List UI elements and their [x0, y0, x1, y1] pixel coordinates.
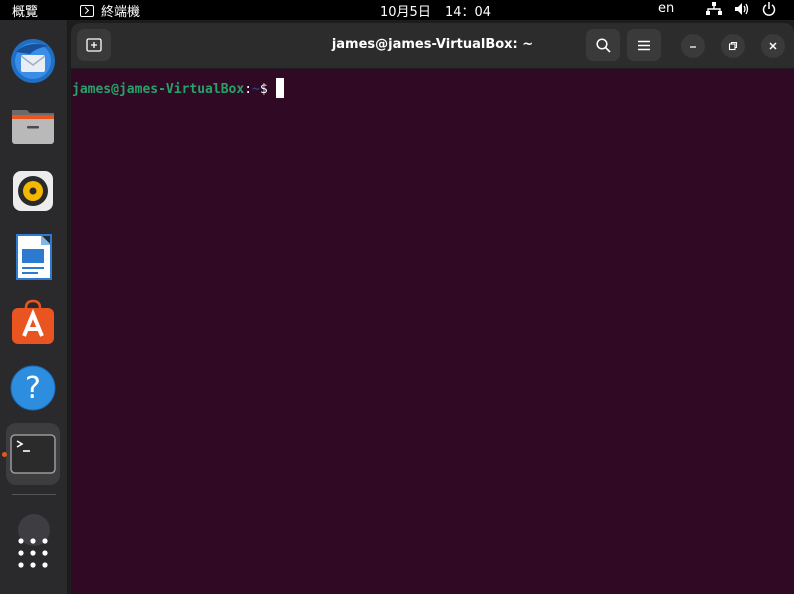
mail-client-icon: [11, 39, 55, 83]
prompt-separator: :: [244, 82, 253, 97]
prompt-symbol: $: [259, 82, 268, 97]
clock-time: 14：04: [444, 5, 492, 20]
prompt-line: james@james-VirtualBox:~$: [72, 78, 284, 98]
volume-icon[interactable]: [734, 2, 750, 16]
dock-separator: [12, 494, 56, 495]
network-icon[interactable]: [706, 2, 722, 16]
help-icon: ?: [10, 365, 56, 411]
dock-item-writer[interactable]: [6, 230, 60, 284]
document-writer-icon: [16, 234, 52, 280]
dock-item-help[interactable]: ?: [6, 361, 60, 415]
minimize-button[interactable]: [681, 34, 705, 58]
dock-item-terminal[interactable]: [6, 423, 60, 485]
input-language-indicator[interactable]: en: [658, 1, 674, 16]
maximize-button[interactable]: [721, 34, 745, 58]
app-grid-icon: [18, 538, 48, 568]
activities-button[interactable]: 概覽: [12, 1, 38, 20]
clock[interactable]: 10月5日 14：04: [380, 1, 501, 20]
search-button[interactable]: [586, 29, 620, 61]
text-cursor: [275, 78, 284, 98]
top-bar: 概覽 終端機 10月5日 14：04 en: [0, 0, 794, 20]
dock: ?: [0, 20, 68, 594]
power-icon[interactable]: [762, 2, 776, 16]
running-indicator-dot: [2, 452, 7, 457]
new-tab-icon: [86, 38, 102, 52]
svg-text:?: ?: [25, 371, 41, 406]
show-apps-button[interactable]: [6, 526, 60, 580]
close-button[interactable]: [761, 34, 785, 58]
minimize-icon: [690, 46, 696, 48]
new-tab-button[interactable]: [77, 29, 111, 61]
prompt-user-host: james@james-VirtualBox: [72, 82, 245, 97]
app-menu[interactable]: 終端機: [80, 1, 140, 20]
search-icon: [595, 37, 611, 53]
terminal-output[interactable]: james@james-VirtualBox:~$: [71, 69, 794, 594]
music-player-icon: [13, 171, 53, 211]
software-store-icon: [12, 299, 54, 344]
terminal-icon: [10, 434, 56, 474]
restore-icon: [728, 41, 738, 51]
terminal-small-icon: [80, 4, 94, 17]
dock-item-files[interactable]: [6, 99, 60, 153]
hamburger-menu-icon: [638, 40, 650, 50]
system-tray[interactable]: [706, 0, 788, 18]
terminal-window: james@james-VirtualBox: ~ james@james-Vi…: [71, 23, 794, 594]
dock-item-software[interactable]: [6, 295, 60, 349]
header-bar: james@james-VirtualBox: ~: [71, 23, 794, 69]
prompt-path: ~: [252, 82, 260, 97]
menu-button[interactable]: [627, 29, 661, 61]
dock-item-thunderbird[interactable]: [6, 34, 60, 88]
clock-date: 10月5日: [380, 5, 431, 20]
dock-item-rhythmbox[interactable]: [6, 164, 60, 218]
folder-icon: [12, 110, 54, 144]
app-menu-label: 終端機: [101, 5, 141, 20]
close-icon: [769, 42, 777, 50]
